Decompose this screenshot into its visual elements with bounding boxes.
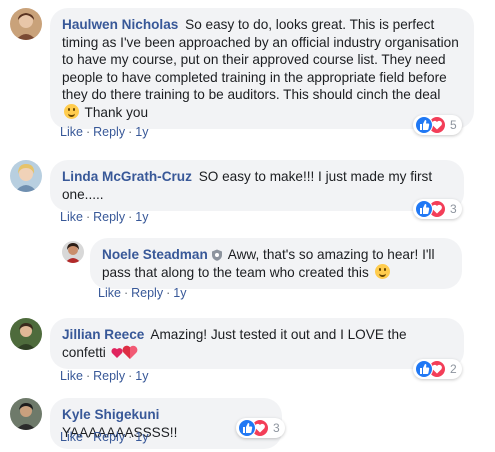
like-link[interactable]: Like xyxy=(60,210,83,224)
timestamp-link[interactable]: 1y xyxy=(135,125,148,139)
smiley-emoji-icon xyxy=(374,263,390,279)
reaction-count: 5 xyxy=(450,118,457,132)
like-link[interactable]: Like xyxy=(98,286,121,300)
hearts-emoji-icon xyxy=(111,345,137,359)
comment-actions: Like · Reply · 1y xyxy=(60,430,149,444)
reply-link[interactable]: Reply xyxy=(93,430,125,444)
like-reaction-icon xyxy=(238,419,256,437)
comment-author[interactable]: Linda McGrath-Cruz xyxy=(62,169,192,184)
shield-icon xyxy=(211,249,222,261)
avatar[interactable] xyxy=(10,160,42,192)
like-reaction-icon xyxy=(415,200,433,218)
reactions-badge[interactable]: 5 xyxy=(413,115,462,135)
timestamp-link[interactable]: 1y xyxy=(135,430,148,444)
timestamp-link[interactable]: 1y xyxy=(135,210,148,224)
comment-bubble: Jillian Reece Amazing! Just tested it ou… xyxy=(50,318,464,369)
timestamp-link[interactable]: 1y xyxy=(135,369,148,383)
comment-actions: Like · Reply · 1y xyxy=(60,369,149,383)
reply-link[interactable]: Reply xyxy=(131,286,163,300)
avatar[interactable] xyxy=(10,398,42,430)
like-link[interactable]: Like xyxy=(60,125,83,139)
reply-bubble: Noele Steadman Aww, that's so amazing to… xyxy=(90,238,462,289)
avatar[interactable] xyxy=(10,318,42,350)
timestamp-link[interactable]: 1y xyxy=(173,286,186,300)
avatar[interactable] xyxy=(62,241,84,263)
comment-actions: Like · Reply · 1y xyxy=(60,210,149,224)
smiley-emoji-icon xyxy=(64,103,79,119)
comment-bubble: Haulwen Nicholas So easy to do, looks gr… xyxy=(50,8,474,129)
reaction-count: 3 xyxy=(450,202,457,216)
comment-text-after: Thank you xyxy=(84,104,149,120)
comment-author[interactable]: Haulwen Nicholas xyxy=(62,17,178,32)
like-reaction-icon xyxy=(415,116,433,134)
reply-link[interactable]: Reply xyxy=(93,210,125,224)
comment-author[interactable]: Kyle Shigekuni xyxy=(62,407,159,422)
comment-bubble: Linda McGrath-Cruz SO easy to make!!! I … xyxy=(50,160,464,211)
comment-author[interactable]: Noele Steadman xyxy=(102,247,208,262)
reply-actions: Like · Reply · 1y xyxy=(98,286,187,300)
like-link[interactable]: Like xyxy=(60,430,83,444)
comment-actions: Like · Reply · 1y xyxy=(60,125,149,139)
like-link[interactable]: Like xyxy=(60,369,83,383)
reply-link[interactable]: Reply xyxy=(93,369,125,383)
reactions-badge[interactable]: 3 xyxy=(236,418,285,438)
reply-link[interactable]: Reply xyxy=(93,125,125,139)
comment-author[interactable]: Jillian Reece xyxy=(62,327,144,342)
reactions-badge[interactable]: 2 xyxy=(413,359,462,379)
reaction-count: 3 xyxy=(273,421,280,435)
avatar[interactable] xyxy=(10,8,42,40)
reactions-badge[interactable]: 3 xyxy=(413,199,462,219)
like-reaction-icon xyxy=(415,360,433,378)
reaction-count: 2 xyxy=(450,362,457,376)
